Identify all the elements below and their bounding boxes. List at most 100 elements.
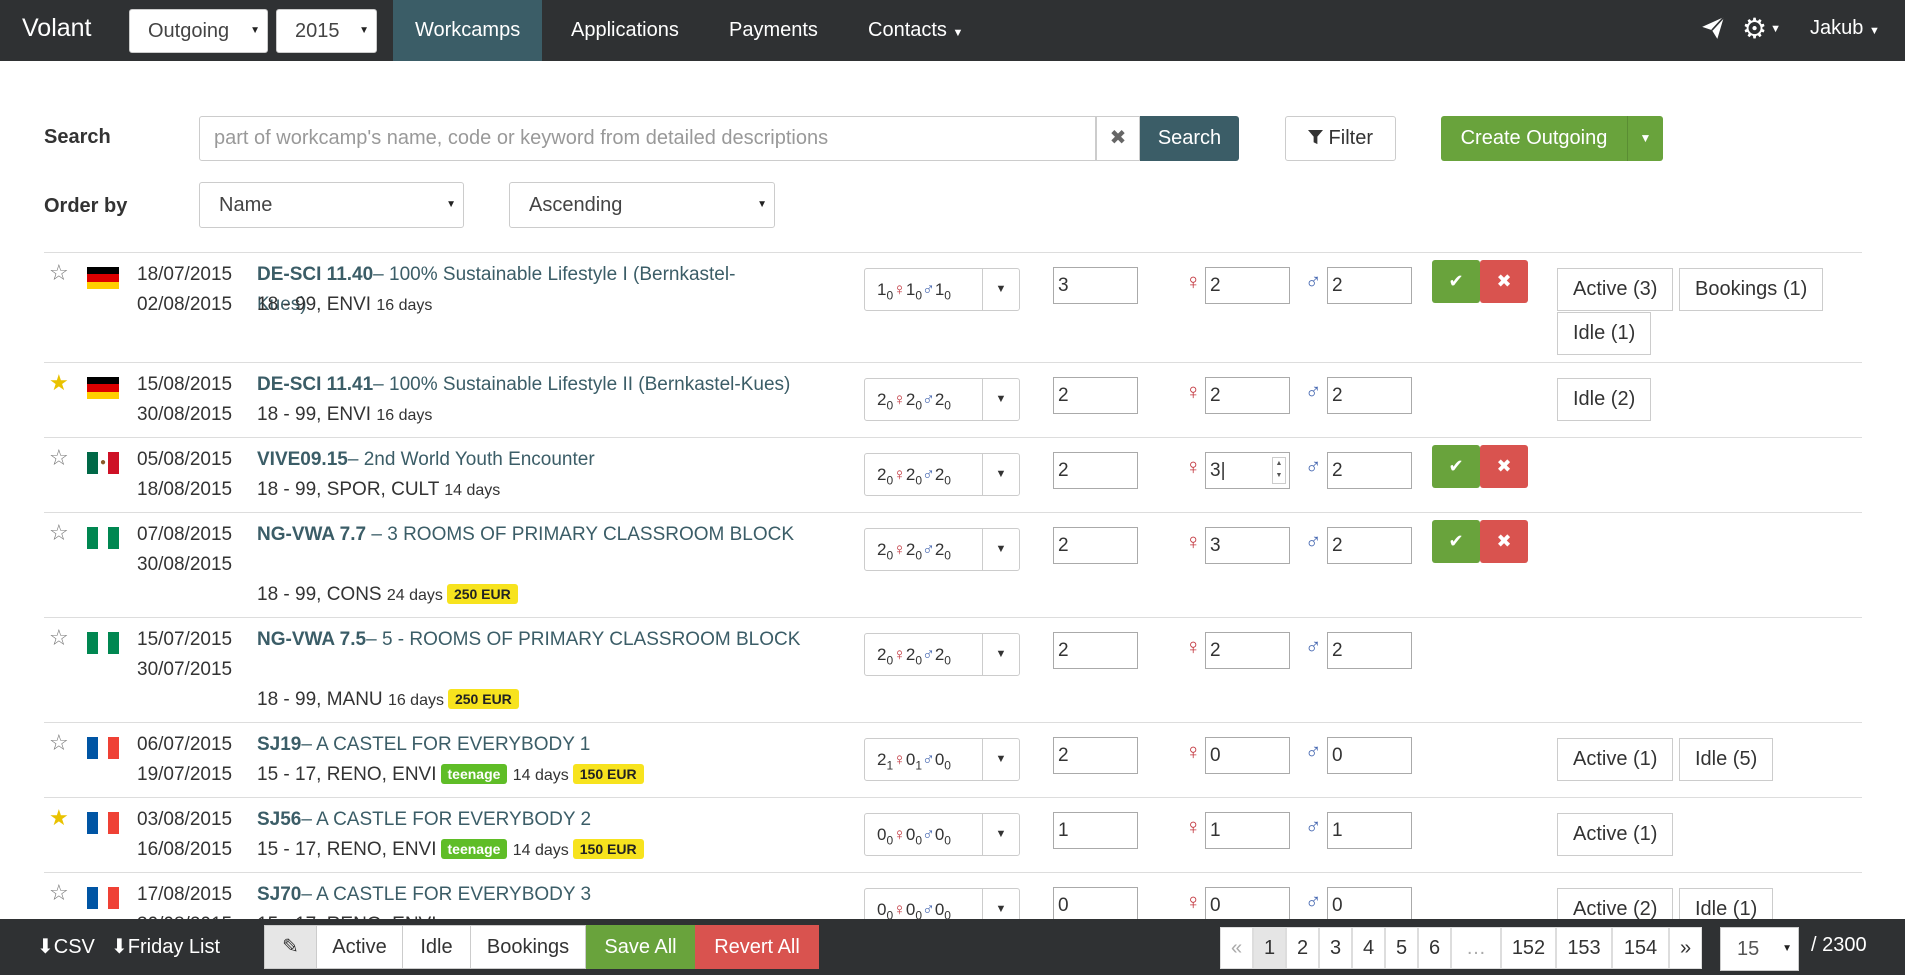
capacity-dropdown[interactable]: 20♀20♂20 ▼ <box>864 378 1020 421</box>
places-input[interactable]: 2 <box>1053 527 1138 564</box>
discard-button[interactable]: ✖ <box>1480 260 1528 303</box>
places-input[interactable]: 2 <box>1053 377 1138 414</box>
places-input[interactable]: 2 <box>1053 737 1138 774</box>
nav-workcamps[interactable]: Workcamps <box>393 0 543 61</box>
revert-all-button[interactable]: Revert All <box>695 925 819 969</box>
confirm-button[interactable]: ✔ <box>1432 445 1480 488</box>
search-input[interactable]: part of workcamp's name, code or keyword… <box>199 116 1096 161</box>
pagination-page[interactable]: 6 <box>1418 927 1451 969</box>
places-male-input[interactable]: 2 <box>1327 632 1412 669</box>
workcamp-link[interactable]: SJ56– A CASTLE FOR EVERYBODY 2 <box>257 805 767 835</box>
create-outgoing-button[interactable]: Create Outgoing <box>1441 116 1627 161</box>
places-male-input[interactable]: 2 <box>1327 452 1412 489</box>
friday-list-link[interactable]: ⬇Friday List <box>111 934 220 959</box>
places-input[interactable]: 2 <box>1053 632 1138 669</box>
places-female-input[interactable]: 2 <box>1205 267 1290 304</box>
capacity-dropdown[interactable]: 20♀20♂20 ▼ <box>864 633 1020 676</box>
send-icon[interactable] <box>1700 15 1726 46</box>
capacity-dropdown[interactable]: 20♀20♂20 ▼ <box>864 528 1020 571</box>
confirm-button[interactable]: ✔ <box>1432 260 1480 303</box>
places-female-input[interactable]: 2 <box>1205 632 1290 669</box>
male-icon: ♂ <box>1305 634 1322 659</box>
status-active-button[interactable]: Active (1) <box>1557 738 1674 781</box>
filter-bookings-button[interactable]: Bookings <box>470 925 586 969</box>
pagination-page[interactable]: 4 <box>1352 927 1385 969</box>
brand-logo[interactable]: Volant <box>22 14 92 43</box>
star-icon[interactable]: ☆ <box>49 520 69 546</box>
number-spinner[interactable]: ▲ ▼ <box>1272 457 1286 484</box>
places-female-input[interactable]: 0 <box>1205 737 1290 774</box>
status-idle-button[interactable]: Idle (2) <box>1557 378 1652 421</box>
capacity-dropdown[interactable]: 00♀00♂00 ▼ <box>864 813 1020 856</box>
workcamp-link[interactable]: VIVE09.15– 2nd World Youth Encounter <box>257 445 767 475</box>
places-male-input[interactable]: 0 <box>1327 737 1412 774</box>
star-icon[interactable]: ★ <box>49 370 69 396</box>
nav-payments[interactable]: Payments <box>707 0 840 61</box>
workcamp-meta: 18 - 99, MANU 16 days 250 EUR <box>257 689 519 711</box>
save-all-button[interactable]: Save All <box>586 925 695 969</box>
workcamp-link[interactable]: SJ19– A CASTEL FOR EVERYBODY 1 <box>257 730 767 760</box>
places-male-input[interactable]: 2 <box>1327 527 1412 564</box>
status-idle-button[interactable]: Idle (5) <box>1679 738 1774 781</box>
pagination-page[interactable]: 154 <box>1612 927 1669 969</box>
star-icon[interactable]: ☆ <box>49 260 69 286</box>
workcamp-link[interactable]: NG-VWA 7.5– 5 - ROOMS OF PRIMARY CLASSRO… <box>257 625 817 655</box>
places-input[interactable]: 1 <box>1053 812 1138 849</box>
capacity-dropdown[interactable]: 10♀10♂10 ▼ <box>864 268 1020 311</box>
places-female-input[interactable]: 1 <box>1205 812 1290 849</box>
star-icon[interactable]: ☆ <box>49 445 69 471</box>
chevron-down-icon: ▼ <box>982 739 1019 780</box>
nav-applications[interactable]: Applications <box>549 0 701 61</box>
places-male-input[interactable]: 2 <box>1327 377 1412 414</box>
pagination-page[interactable]: 2 <box>1286 927 1319 969</box>
places-male-input[interactable]: 2 <box>1327 267 1412 304</box>
pagination-page[interactable]: 153 <box>1556 927 1612 969</box>
places-female-input[interactable]: 3| ▲ ▼ <box>1205 452 1290 489</box>
start-date: 15/07/2015 <box>137 629 233 650</box>
places-female-input[interactable]: 3 <box>1205 527 1290 564</box>
status-active-button[interactable]: Active (1) <box>1557 813 1674 856</box>
pagination-page[interactable]: 5 <box>1385 927 1418 969</box>
capacity-dropdown[interactable]: 21♀01♂00 ▼ <box>864 738 1020 781</box>
star-icon[interactable]: ☆ <box>49 880 69 906</box>
clear-search-button[interactable]: ✖ <box>1096 116 1140 161</box>
edit-mode-toggle[interactable]: ✎ <box>264 925 317 969</box>
places-input[interactable]: 2 <box>1053 452 1138 489</box>
filter-active-button[interactable]: Active <box>316 925 403 969</box>
pagination-prev[interactable]: « <box>1220 927 1253 969</box>
type-select[interactable]: Outgoing ▼ <box>129 9 268 53</box>
filter-button[interactable]: Filter <box>1285 116 1396 161</box>
workcamp-link[interactable]: SJ70– A CASTLE FOR EVERYBODY 3 <box>257 880 767 910</box>
pagination-page[interactable]: 3 <box>1319 927 1352 969</box>
status-idle-button[interactable]: Idle (1) <box>1557 312 1652 355</box>
discard-button[interactable]: ✖ <box>1480 520 1528 563</box>
star-icon[interactable]: ★ <box>49 805 69 831</box>
workcamp-link[interactable]: DE-SCI 11.41– 100% Sustainable Lifestyle… <box>257 370 817 400</box>
star-icon[interactable]: ☆ <box>49 730 69 756</box>
pagination-page[interactable]: 152 <box>1501 927 1556 969</box>
start-date: 07/08/2015 <box>137 524 233 545</box>
year-select[interactable]: 2015 ▼ <box>276 9 377 53</box>
pagination-page[interactable]: 1 <box>1253 927 1286 969</box>
capacity-dropdown[interactable]: 20♀20♂20 ▼ <box>864 453 1020 496</box>
per-page-select[interactable]: 15 ▼ <box>1720 927 1799 971</box>
workcamp-link[interactable]: NG-VWA 7.7 – 3 ROOMS OF PRIMARY CLASSROO… <box>257 520 807 550</box>
order-field-select[interactable]: Name ▼ <box>199 182 464 228</box>
gear-icon[interactable]: ⚙ ▼ <box>1742 12 1781 45</box>
status-bookings-button[interactable]: Bookings (1) <box>1679 268 1824 311</box>
search-button[interactable]: Search <box>1140 116 1239 161</box>
places-male-input[interactable]: 1 <box>1327 812 1412 849</box>
places-input[interactable]: 3 <box>1053 267 1138 304</box>
create-options-dropdown[interactable]: ▼ <box>1627 116 1663 161</box>
user-menu[interactable]: Jakub ▼ <box>1810 17 1880 40</box>
star-icon[interactable]: ☆ <box>49 625 69 651</box>
discard-button[interactable]: ✖ <box>1480 445 1528 488</box>
places-female-input[interactable]: 2 <box>1205 377 1290 414</box>
csv-download-link[interactable]: ⬇CSV <box>37 934 95 959</box>
nav-contacts[interactable]: Contacts ▼ <box>846 0 985 61</box>
order-direction-select[interactable]: Ascending ▼ <box>509 182 775 228</box>
filter-idle-button[interactable]: Idle <box>402 925 471 969</box>
confirm-button[interactable]: ✔ <box>1432 520 1480 563</box>
pagination-next[interactable]: » <box>1669 927 1702 969</box>
status-active-button[interactable]: Active (3) <box>1557 268 1674 311</box>
